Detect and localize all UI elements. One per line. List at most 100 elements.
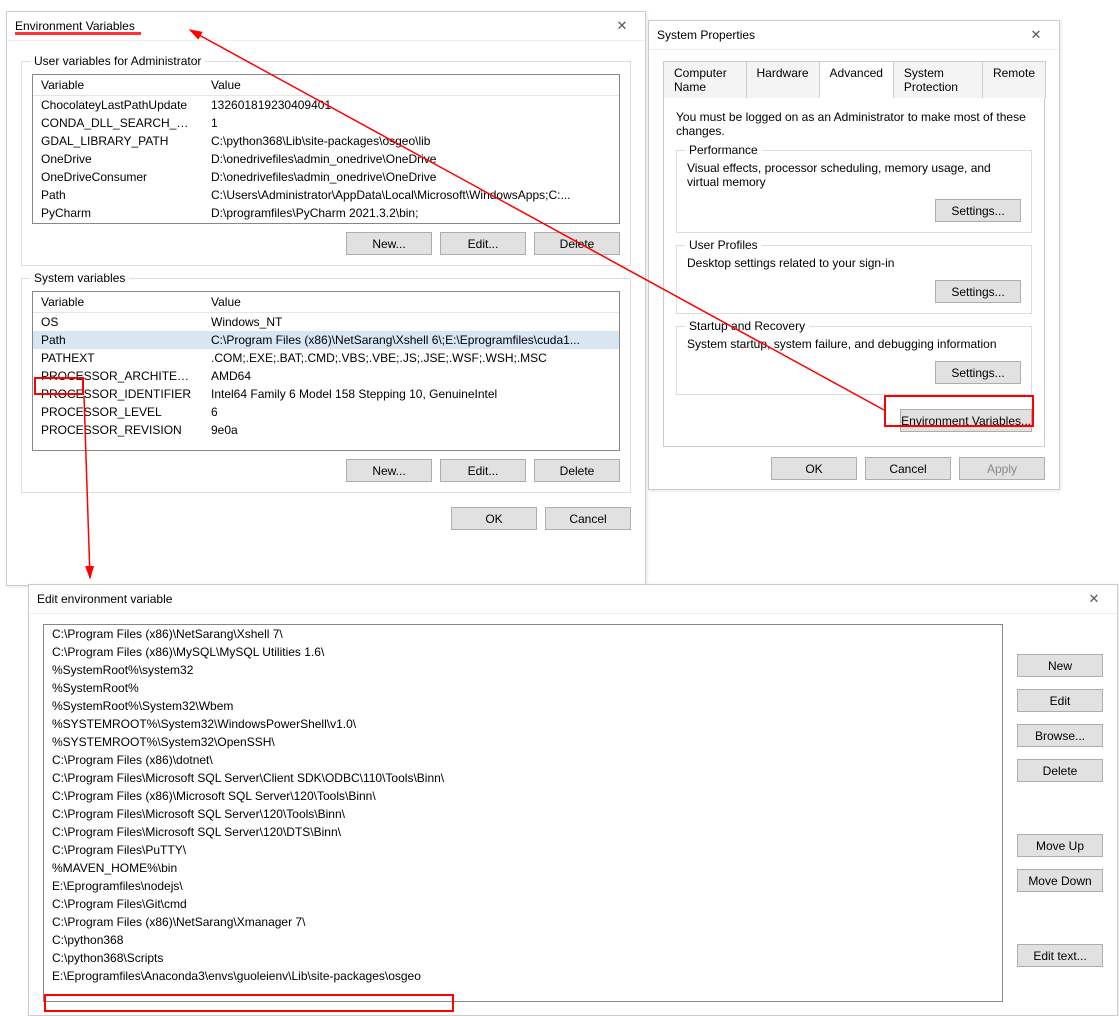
system-variables-list[interactable]: Variable Value OSWindows_NTPathC:\Progra… [32,291,620,451]
path-edit-button[interactable]: Edit [1017,689,1103,712]
val-cell: C:\python368\Lib\site-packages\osgeo\lib [203,132,619,150]
var-cell: GDAL_LIBRARY_PATH [33,132,203,150]
path-delete-button[interactable]: Delete [1017,759,1103,782]
var-cell: PROCESSOR_LEVEL [33,403,203,421]
list-item[interactable]: %SystemRoot%\System32\Wbem [44,697,1002,715]
path-browse-button[interactable]: Browse... [1017,724,1103,747]
userprofiles-settings-button[interactable]: Settings... [935,280,1021,303]
col-value[interactable]: Value [203,75,619,96]
performance-settings-button[interactable]: Settings... [935,199,1021,222]
sysprops-tabs: Computer NameHardwareAdvancedSystem Prot… [663,60,1045,98]
tab-computer-name[interactable]: Computer Name [663,61,747,98]
tab-hardware[interactable]: Hardware [746,61,820,98]
list-item[interactable]: C:\Program Files (x86)\Microsoft SQL Ser… [44,787,1002,805]
sysprops-cancel-button[interactable]: Cancel [865,457,951,480]
var-cell: PyCharm [33,204,203,222]
list-item[interactable]: C:\python368 [44,931,1002,949]
environment-variables-dialog: Environment Variables ✕ User variables f… [6,11,646,586]
table-row[interactable]: PyCharmD:\programfiles\PyCharm 2021.3.2\… [33,204,619,222]
edit-env-variable-dialog: Edit environment variable ✕ C:\Program F… [28,584,1118,1016]
list-item[interactable]: C:\Program Files (x86)\NetSarang\Xshell … [44,625,1002,643]
var-cell: PATHEXT [33,349,203,367]
list-item[interactable]: C:\Program Files\Microsoft SQL Server\Cl… [44,769,1002,787]
environment-variables-button[interactable]: Environment Variables... [900,409,1032,432]
table-row[interactable]: PROCESSOR_ARCHITECTUREAMD64 [33,367,619,385]
sysprops-intro: You must be logged on as an Administrato… [676,110,1032,138]
table-row[interactable]: GDAL_LIBRARY_PATHC:\python368\Lib\site-p… [33,132,619,150]
var-cell: Path [33,186,203,204]
system-properties-dialog: System Properties ✕ Computer NameHardwar… [648,20,1060,490]
list-item[interactable]: C:\Program Files\Microsoft SQL Server\12… [44,805,1002,823]
performance-legend: Performance [685,143,762,157]
path-list[interactable]: C:\Program Files (x86)\NetSarang\Xshell … [43,624,1003,1002]
list-item[interactable]: E:\Eprogramfiles\Anaconda3\envs\guoleien… [44,967,1002,985]
table-row[interactable]: PathC:\Users\Administrator\AppData\Local… [33,186,619,204]
table-row[interactable]: OneDriveD:\onedrivefiles\admin_onedrive\… [33,150,619,168]
system-variables-legend: System variables [30,271,129,285]
close-icon[interactable]: ✕ [1079,591,1109,607]
sysprops-ok-button[interactable]: OK [771,457,857,480]
userprofiles-text: Desktop settings related to your sign-in [687,256,1021,270]
table-row[interactable]: PROCESSOR_REVISION9e0a [33,421,619,439]
table-row[interactable]: PROCESSOR_IDENTIFIERIntel64 Family 6 Mod… [33,385,619,403]
tab-advanced[interactable]: Advanced [819,61,894,98]
list-item[interactable]: %SYSTEMROOT%\System32\OpenSSH\ [44,733,1002,751]
tab-system-protection[interactable]: System Protection [893,61,983,98]
list-item[interactable]: %SYSTEMROOT%\System32\WindowsPowerShell\… [44,715,1002,733]
env-cancel-button[interactable]: Cancel [545,507,631,530]
startup-text: System startup, system failure, and debu… [687,337,1021,351]
col-variable[interactable]: Variable [33,75,203,96]
tab-remote[interactable]: Remote [982,61,1046,98]
sysprops-apply-button[interactable]: Apply [959,457,1045,480]
list-item[interactable]: %SystemRoot%\system32 [44,661,1002,679]
col-variable[interactable]: Variable [33,292,203,313]
var-cell: PROCESSOR_REVISION [33,421,203,439]
startup-settings-button[interactable]: Settings... [935,361,1021,384]
val-cell: 132601819230409401 [203,96,619,115]
user-edit-button[interactable]: Edit... [440,232,526,255]
table-row[interactable]: OSWindows_NT [33,313,619,332]
list-item[interactable]: C:\Program Files\Microsoft SQL Server\12… [44,823,1002,841]
val-cell: D:\programfiles\PyCharm 2021.3.2\bin; [203,204,619,222]
user-variables-group: User variables for Administrator Variabl… [21,61,631,266]
val-cell: C:\Program Files (x86)\NetSarang\Xshell … [203,331,619,349]
val-cell: 9e0a [203,421,619,439]
system-edit-button[interactable]: Edit... [440,459,526,482]
path-movedown-button[interactable]: Move Down [1017,869,1103,892]
path-new-button[interactable]: New [1017,654,1103,677]
var-cell: PROCESSOR_ARCHITECTURE [33,367,203,385]
var-cell: OneDriveConsumer [33,168,203,186]
table-row[interactable]: CONDA_DLL_SEARCH_MOD...1 [33,114,619,132]
list-item[interactable]: E:\Eprogramfiles\nodejs\ [44,877,1002,895]
system-delete-button[interactable]: Delete [534,459,620,482]
close-icon[interactable]: ✕ [607,18,637,34]
list-item[interactable]: C:\Program Files (x86)\dotnet\ [44,751,1002,769]
table-row[interactable]: ChocolateyLastPathUpdate1326018192304094… [33,96,619,115]
user-delete-button[interactable]: Delete [534,232,620,255]
list-item[interactable]: %MAVEN_HOME%\bin [44,859,1002,877]
path-moveup-button[interactable]: Move Up [1017,834,1103,857]
close-icon[interactable]: ✕ [1021,27,1051,43]
list-item[interactable]: C:\Program Files\PuTTY\ [44,841,1002,859]
table-row[interactable]: PATHEXT.COM;.EXE;.BAT;.CMD;.VBS;.VBE;.JS… [33,349,619,367]
list-item[interactable]: C:\Program Files\Git\cmd [44,895,1002,913]
user-new-button[interactable]: New... [346,232,432,255]
userprofiles-group: User Profiles Desktop settings related t… [676,245,1032,314]
table-row[interactable]: PROCESSOR_LEVEL6 [33,403,619,421]
list-item[interactable]: C:\python368\Scripts [44,949,1002,967]
list-item[interactable]: C:\Program Files (x86)\NetSarang\Xmanage… [44,913,1002,931]
val-cell: D:\onedrivefiles\admin_onedrive\OneDrive [203,168,619,186]
user-variables-list[interactable]: Variable Value ChocolateyLastPathUpdate1… [32,74,620,224]
system-new-button[interactable]: New... [346,459,432,482]
env-ok-button[interactable]: OK [451,507,537,530]
user-variables-legend: User variables for Administrator [30,54,205,68]
table-row[interactable]: OneDriveConsumerD:\onedrivefiles\admin_o… [33,168,619,186]
val-cell: 6 [203,403,619,421]
list-item[interactable]: C:\Program Files (x86)\MySQL\MySQL Utili… [44,643,1002,661]
list-item[interactable]: %SystemRoot% [44,679,1002,697]
col-value[interactable]: Value [203,292,619,313]
sysprops-titlebar: System Properties ✕ [649,21,1059,50]
path-edittext-button[interactable]: Edit text... [1017,944,1103,967]
table-row[interactable]: PathC:\Program Files (x86)\NetSarang\Xsh… [33,331,619,349]
val-cell: .COM;.EXE;.BAT;.CMD;.VBS;.VBE;.JS;.JSE;.… [203,349,619,367]
